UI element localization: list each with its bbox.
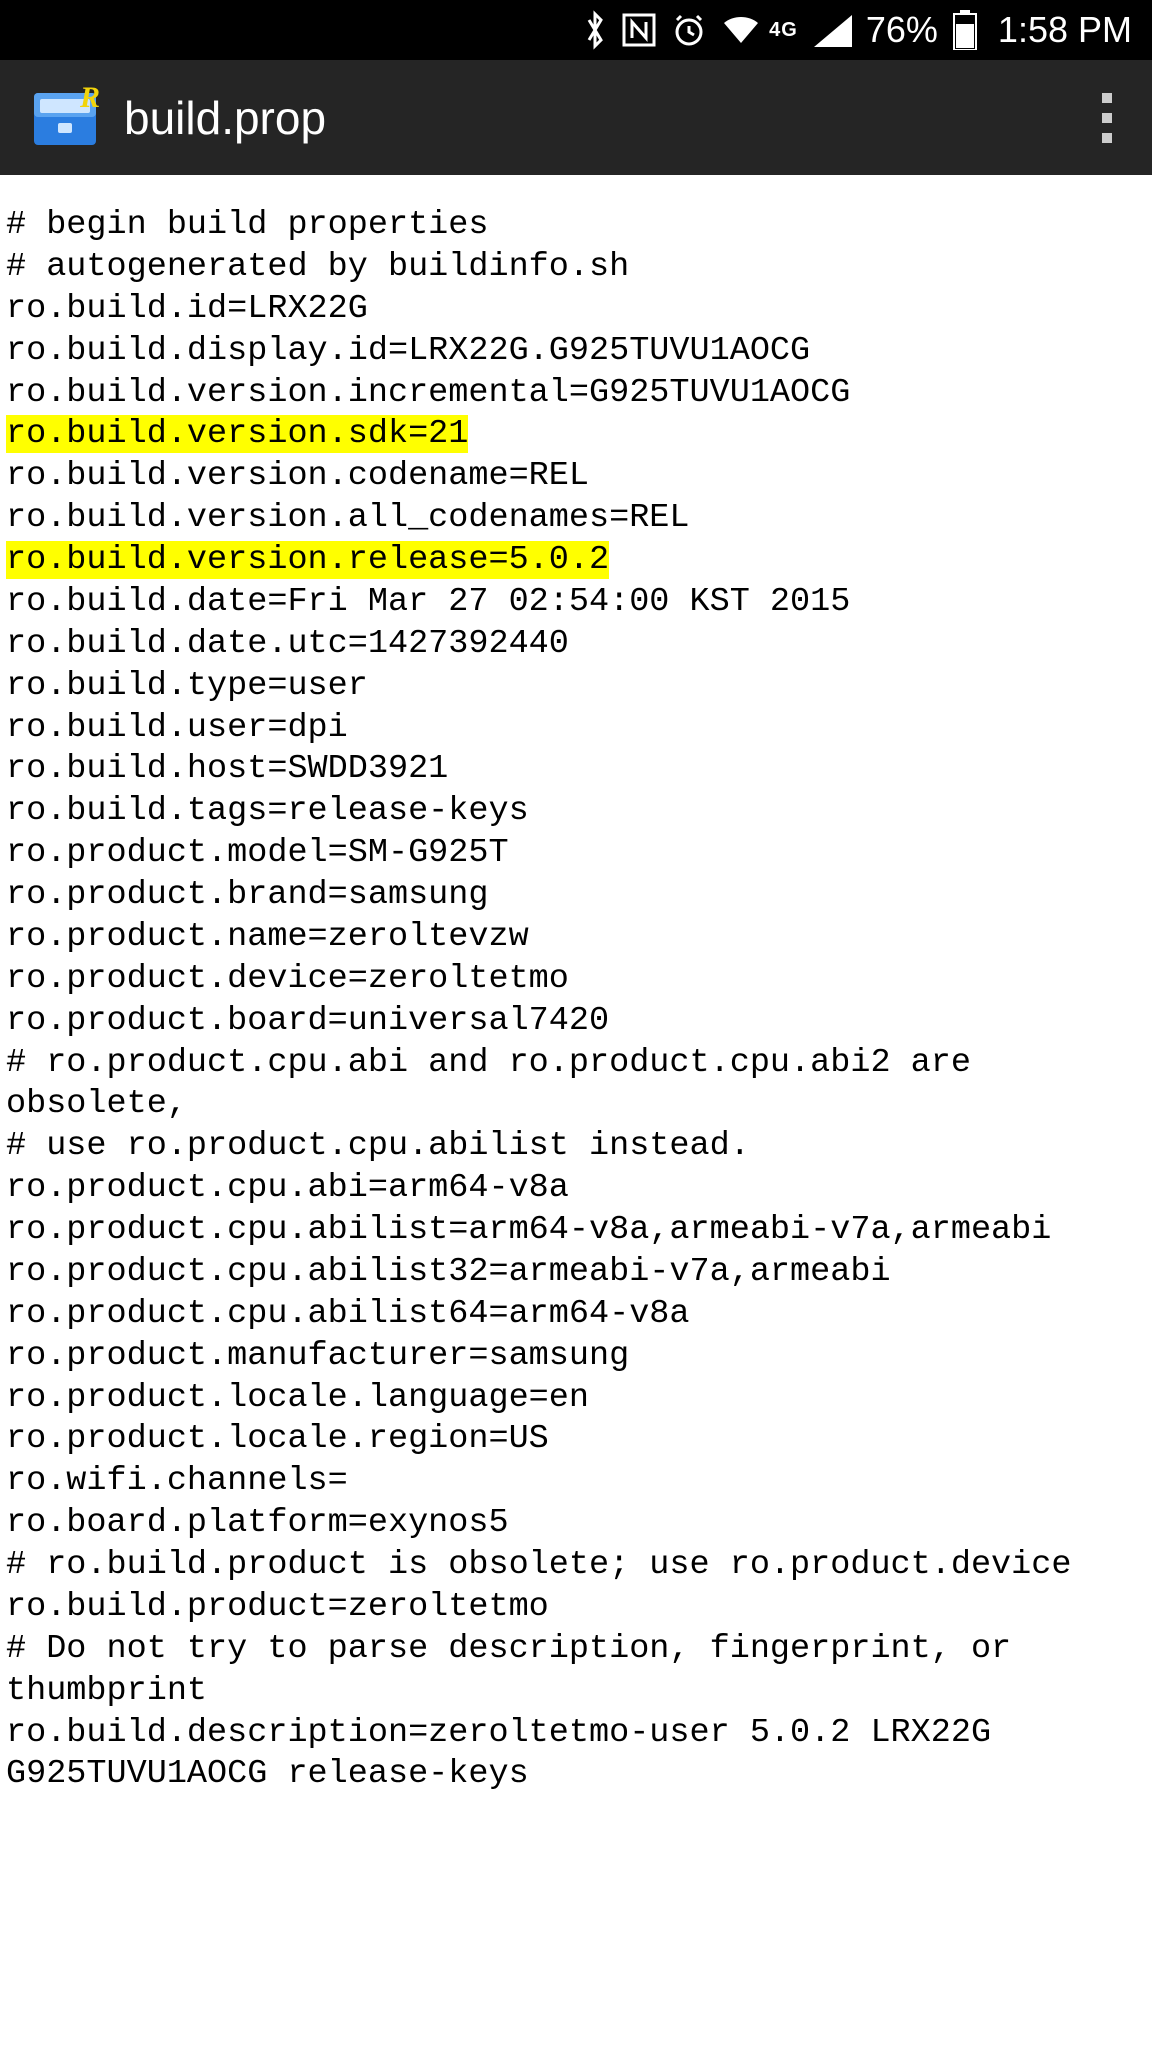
file-line: ro.product.model=SM-G925T — [6, 834, 509, 872]
file-line: # autogenerated by buildinfo.sh — [6, 248, 629, 286]
file-line: ro.build.host=SWDD3921 — [6, 750, 448, 788]
file-line: ro.build.description=zeroltetmo-user 5.0… — [6, 1714, 1011, 1794]
file-line: ro.build.version.incremental=G925TUVU1AO… — [6, 374, 850, 412]
file-line: ro.build.type=user — [6, 667, 368, 705]
status-bar: 4G 76% 1:58 PM — [0, 0, 1152, 60]
overflow-menu-button[interactable] — [1102, 93, 1112, 143]
file-line: ro.product.cpu.abilist64=arm64-v8a — [6, 1295, 690, 1333]
signal-icon — [812, 13, 852, 47]
nfc-icon — [621, 12, 657, 48]
file-line: ro.build.product=zeroltetmo — [6, 1588, 549, 1626]
svg-text:R: R — [79, 83, 100, 114]
file-line: ro.build.version.release=5.0.2 — [6, 541, 609, 579]
bluetooth-icon — [583, 10, 607, 50]
file-line: # begin build properties — [6, 206, 488, 244]
file-line: ro.product.cpu.abilist=arm64-v8a,armeabi… — [6, 1211, 1051, 1249]
file-line: # ro.product.cpu.abi and ro.product.cpu.… — [6, 1044, 991, 1124]
file-line: ro.build.user=dpi — [6, 709, 348, 747]
file-line: ro.product.brand=samsung — [6, 876, 488, 914]
file-line: ro.board.platform=exynos5 — [6, 1504, 509, 1542]
file-line: ro.product.device=zeroltetmo — [6, 960, 569, 998]
app-title: build.prop — [124, 91, 326, 145]
alarm-icon — [671, 12, 707, 48]
file-line: # use ro.product.cpu.abilist instead. — [6, 1127, 750, 1165]
file-line: ro.product.locale.region=US — [6, 1420, 549, 1458]
file-content[interactable]: # begin build properties # autogenerated… — [0, 175, 1152, 2048]
file-line: ro.product.cpu.abi=arm64-v8a — [6, 1169, 569, 1207]
app-icon: R — [30, 83, 100, 153]
file-line: # Do not try to parse description, finge… — [6, 1630, 1031, 1710]
file-line: ro.product.board=universal7420 — [6, 1002, 609, 1040]
file-line: ro.build.version.all_codenames=REL — [6, 499, 690, 537]
network-type-label: 4G — [769, 19, 798, 42]
file-line: ro.product.locale.language=en — [6, 1379, 589, 1417]
file-line: ro.build.id=LRX22G — [6, 290, 368, 328]
battery-percent: 76% — [866, 9, 938, 51]
file-line: ro.build.display.id=LRX22G.G925TUVU1AOCG — [6, 332, 810, 370]
status-clock: 1:58 PM — [998, 9, 1132, 51]
file-line: ro.product.cpu.abilist32=armeabi-v7a,arm… — [6, 1253, 891, 1291]
file-line: ro.build.version.sdk=21 — [6, 415, 468, 453]
file-line: ro.build.date.utc=1427392440 — [6, 625, 569, 663]
status-icons: 4G 76% 1:58 PM — [583, 9, 1132, 51]
app-bar: R build.prop — [0, 60, 1152, 175]
wifi-icon — [721, 13, 761, 47]
file-line: # ro.build.product is obsolete; use ro.p… — [6, 1546, 1071, 1584]
battery-icon — [952, 10, 978, 50]
file-line: ro.product.name=zeroltevzw — [6, 918, 529, 956]
file-line: ro.build.tags=release-keys — [6, 792, 529, 830]
file-line: ro.build.date=Fri Mar 27 02:54:00 KST 20… — [6, 583, 850, 621]
file-line: ro.build.version.codename=REL — [6, 457, 589, 495]
file-line: ro.wifi.channels= — [6, 1462, 348, 1500]
file-line: ro.product.manufacturer=samsung — [6, 1337, 629, 1375]
